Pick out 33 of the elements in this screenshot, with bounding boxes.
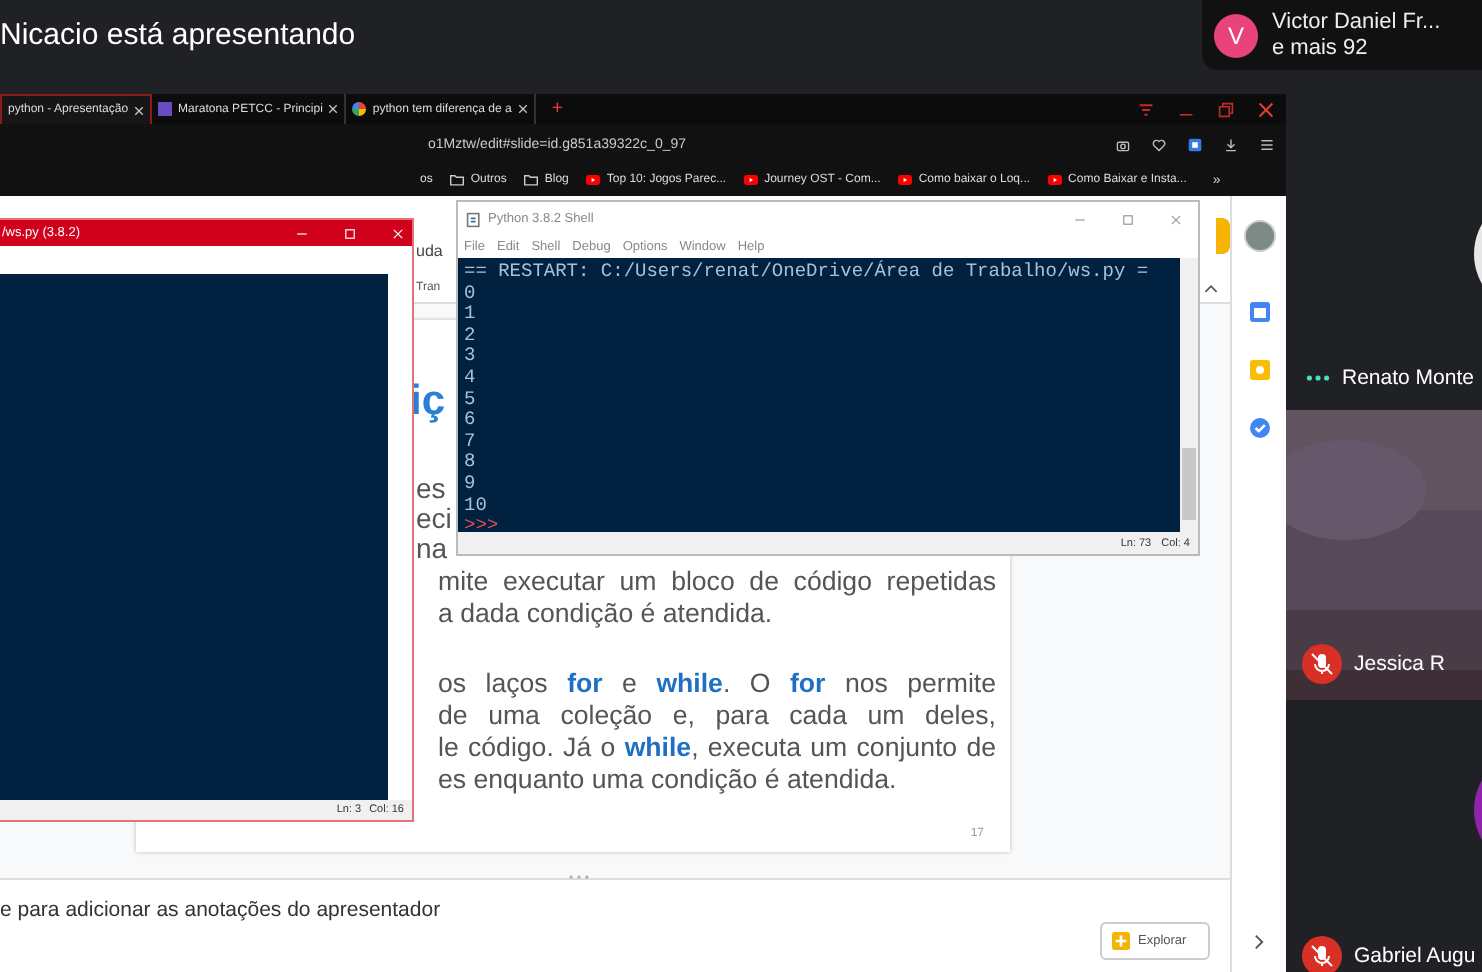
participant-name: Victor Daniel Fr... <box>1272 9 1441 35</box>
output-line: 1 <box>464 304 478 326</box>
shell-prompt[interactable]: >>> <box>464 516 1180 532</box>
slide-text: es <box>416 474 448 504</box>
avatar-icon: V <box>1214 13 1258 57</box>
slide-text: a dada condição é atendida. <box>438 598 775 630</box>
output-line: 7 <box>464 431 478 453</box>
new-tab-button[interactable]: + <box>551 99 564 119</box>
menu-item[interactable]: uda <box>416 242 443 260</box>
output-line: 3 <box>464 346 478 368</box>
participant-name: Renato Monte <box>1342 366 1474 390</box>
notes-placeholder: e para adicionar as anotações do apresentador <box>0 898 441 922</box>
participants-chip[interactable]: V Victor Daniel Fr... e mais 92 <box>1202 0 1482 70</box>
output-line: 0 <box>464 283 478 305</box>
output-line: 4 <box>464 367 478 390</box>
output-line: 9 <box>464 473 478 496</box>
participant-count: e mais 92 <box>1272 35 1370 61</box>
output-line: 2 <box>464 325 478 347</box>
presenter-label: Nicacio está apresentando <box>0 18 356 52</box>
slide-text: le código. Já o while, executa um conjunto de <box>438 732 996 764</box>
slide-text: na <box>416 534 450 564</box>
slide-text: eci <box>416 504 452 534</box>
output-line: 6 <box>464 410 478 432</box>
output-line: 5 <box>464 389 478 411</box>
slide-text: os laços for e while. O for nos permite <box>438 668 996 700</box>
output-line: 10 <box>464 495 489 517</box>
slide-text: es enquanto uma condição é atendida. <box>438 764 899 796</box>
participant-name: Jessica R <box>1354 652 1446 676</box>
output-line: == RESTART: C:/Users/renat/OneDrive/Área de Trabalho/ws.py = <box>464 262 1151 284</box>
participant-name: Gabriel Augu <box>1354 944 1476 968</box>
output-line: 8 <box>464 452 478 474</box>
slide-text: mite executar um bloco de código repetidas <box>438 566 996 598</box>
slide-text: de uma coleção e, para cada um deles, <box>438 700 996 732</box>
